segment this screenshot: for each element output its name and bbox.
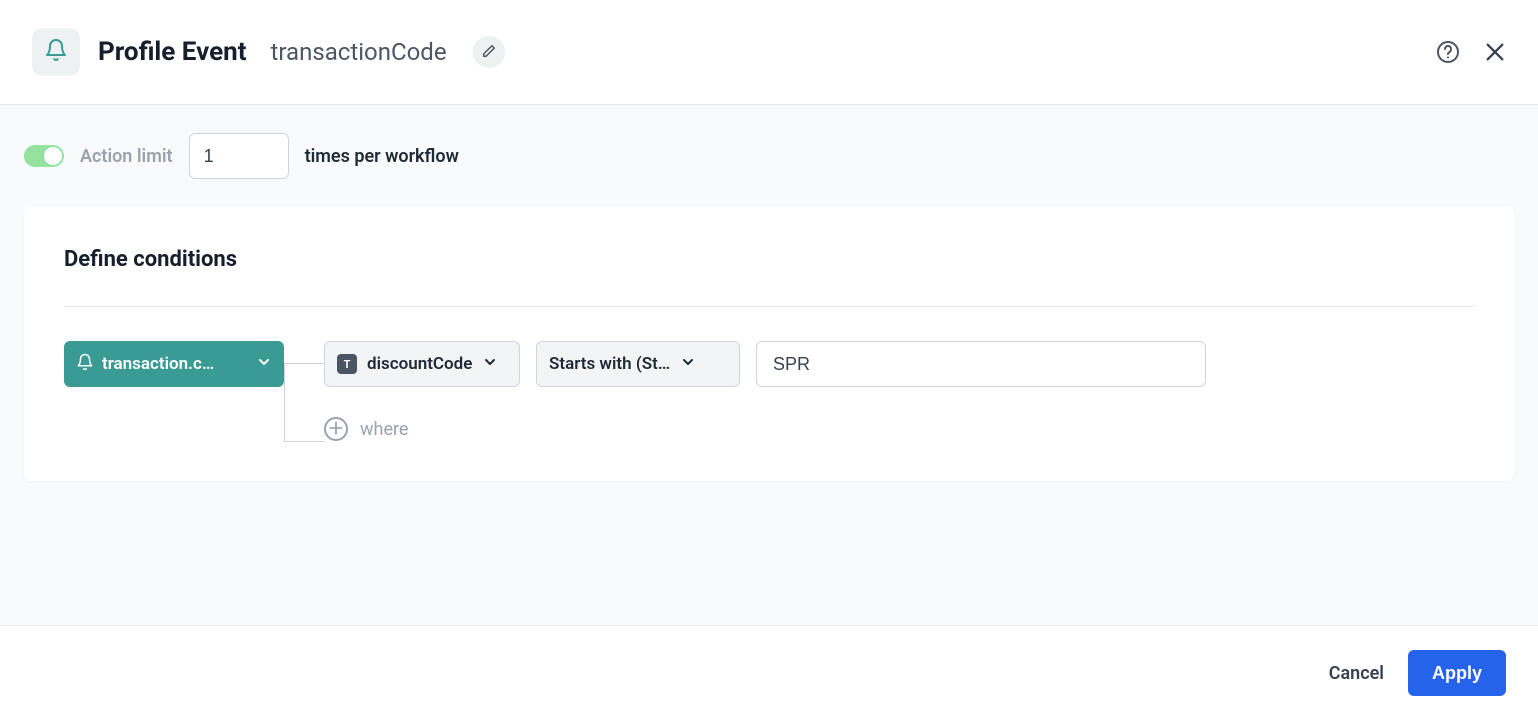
condition-event-select[interactable]: transaction.c… bbox=[64, 341, 284, 387]
dialog-header: Profile Event transactionCode bbox=[0, 0, 1538, 105]
help-button[interactable] bbox=[1436, 40, 1460, 64]
add-where-button[interactable]: ＋ where bbox=[324, 417, 1206, 441]
profile-event-icon-box bbox=[32, 28, 80, 76]
close-icon bbox=[1484, 41, 1506, 63]
dialog-title: Profile Event bbox=[98, 37, 247, 67]
dialog-subtitle: transactionCode bbox=[271, 38, 447, 66]
condition-filters: T discountCode Starts with (St… bbox=[324, 341, 1206, 441]
action-limit-label: Action limit bbox=[80, 146, 173, 167]
condition-row: transaction.c… T discountCode bbox=[64, 341, 1474, 441]
chevron-down-icon bbox=[482, 354, 498, 375]
field-dropdown[interactable]: T discountCode bbox=[324, 341, 520, 387]
apply-button[interactable]: Apply bbox=[1408, 650, 1506, 696]
chevron-down-icon bbox=[680, 354, 696, 375]
bell-icon bbox=[76, 353, 94, 375]
conditions-title: Define conditions bbox=[64, 247, 1474, 272]
plus-circle-icon: ＋ bbox=[324, 417, 348, 441]
dialog-body: Action limit times per workflow Define c… bbox=[0, 105, 1538, 625]
dialog-footer: Cancel Apply bbox=[0, 625, 1538, 720]
field-name: discountCode bbox=[367, 354, 472, 374]
action-limit-suffix: times per workflow bbox=[305, 146, 459, 167]
edit-title-button[interactable] bbox=[473, 36, 505, 68]
chevron-down-icon bbox=[256, 354, 272, 374]
close-button[interactable] bbox=[1484, 41, 1506, 63]
add-where-label: where bbox=[360, 419, 408, 440]
action-limit-toggle[interactable] bbox=[24, 145, 64, 167]
action-limit-input[interactable] bbox=[189, 133, 289, 179]
operator-dropdown[interactable]: Starts with (St… bbox=[536, 341, 740, 387]
conditions-card: Define conditions transaction.c… bbox=[24, 207, 1514, 481]
text-type-badge: T bbox=[337, 354, 357, 374]
condition-event-label: transaction.c… bbox=[102, 354, 214, 374]
pencil-icon bbox=[482, 43, 496, 62]
operator-label: Starts with (St… bbox=[549, 354, 670, 374]
bell-icon bbox=[44, 38, 68, 66]
help-icon bbox=[1436, 40, 1460, 64]
header-actions bbox=[1436, 40, 1506, 64]
condition-filter-row: T discountCode Starts with (St… bbox=[324, 341, 1206, 387]
condition-value-input[interactable] bbox=[756, 341, 1206, 387]
cancel-button[interactable]: Cancel bbox=[1329, 663, 1384, 684]
divider bbox=[64, 306, 1474, 307]
action-limit-row: Action limit times per workflow bbox=[24, 133, 1514, 179]
